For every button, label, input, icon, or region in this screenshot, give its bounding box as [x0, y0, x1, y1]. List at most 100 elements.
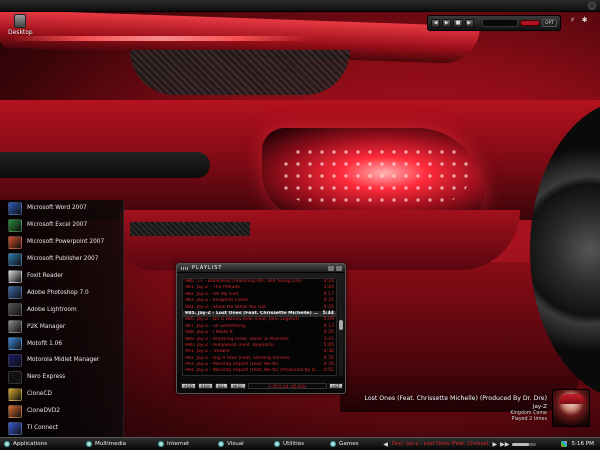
launcher-item-label: P2K Manager	[27, 323, 66, 330]
desktop-label[interactable]: Desktop	[8, 29, 33, 36]
taskbar-play-icon[interactable]: ▶	[493, 441, 498, 448]
launcher-item[interactable]: Adobe Lightroom	[0, 301, 123, 318]
taskbar-clock[interactable]: 5:16 PM	[571, 441, 594, 447]
launcher-item[interactable]: Foxit Reader	[0, 268, 123, 285]
playlist-track-row[interactable]: 994. Jay-Z - Minority Report (Feat. Ne-Y…	[183, 368, 336, 374]
desktop-shortcut-icon[interactable]	[14, 14, 26, 28]
launcher-item-label: CloneDVD2	[27, 408, 60, 415]
launcher-item-label: Motofit 1.06	[27, 340, 63, 347]
wallpaper-lower-grille	[130, 222, 250, 236]
now-playing-play-count: Played 2 times	[511, 417, 547, 422]
top-bar	[0, 0, 600, 12]
track-name: 994. Jay-Z - Minority Report (Feat. Ne-Y…	[185, 368, 320, 374]
taskbar-now-playing: ◀ Dre) Jay-z - Lost Ones (Feat. Chrisset	[382, 441, 489, 448]
taskbar-volume-slider[interactable]	[512, 442, 537, 446]
taskbar-menu-applications[interactable]: Applications	[0, 438, 82, 450]
launcher-item[interactable]: P2K Manager	[0, 318, 123, 335]
playlist-list-button[interactable]: LIST	[328, 383, 343, 389]
playlist-dots-icon	[181, 266, 189, 270]
now-playing-artist: Jay-Z	[532, 404, 547, 410]
launcher-item[interactable]: Microsoft Excel 2007	[0, 217, 123, 234]
taskbar-menu-multimedia[interactable]: Multimedia	[82, 438, 154, 450]
launcher-item-label: Foxit Reader	[27, 273, 64, 279]
powerpoint-icon	[8, 235, 22, 249]
playlist-sel-button[interactable]: SEL	[214, 383, 228, 389]
clonecd-icon	[8, 387, 22, 401]
taskbar-menu-label: Games	[339, 441, 359, 447]
taskbar: Applications Multimedia Internet Visual Util…	[0, 437, 600, 450]
playlist-track-list[interactable]: 980. T.I. - Bankhead (featuring P$C and …	[182, 278, 337, 376]
launcher-item-label: Microsoft Publisher 2007	[27, 256, 99, 263]
launcher-item[interactable]: Microsoft Word 2007	[0, 200, 123, 217]
wallpaper-brake-light	[10, 36, 310, 41]
lightning-icon[interactable]: ⚡	[568, 16, 577, 25]
launcher-item-label: Microsoft Word 2007	[27, 205, 87, 212]
launcher-item-label: Nero Express	[27, 374, 66, 381]
wallpaper-car-vent	[130, 50, 350, 95]
now-playing-info: Lost Ones (Feat. Chrissette Michelle) (P…	[307, 395, 547, 422]
orb-icon	[330, 441, 336, 447]
launcher-item[interactable]: CloneDVD2	[0, 403, 123, 420]
launcher-item[interactable]: CloneCD	[0, 386, 123, 403]
wallpaper-car-grille	[0, 152, 210, 178]
taskbar-menu-label: Internet	[167, 441, 190, 447]
photoshop-icon	[8, 286, 22, 300]
launcher-item[interactable]: Nero Express	[0, 369, 123, 386]
playlist-window-buttons	[328, 265, 342, 271]
mini-prev-button[interactable]: ◀	[431, 18, 441, 28]
launcher-item[interactable]: TI Connect	[0, 420, 123, 437]
launcher-item-label: TI Connect	[27, 425, 59, 432]
launcher-item-label: Adobe Photoshop 7.0	[27, 289, 89, 296]
mini-play-button[interactable]: ▶	[442, 18, 452, 28]
gear-icon[interactable]: ✱	[580, 16, 589, 25]
foxit-reader-icon	[8, 269, 22, 283]
playlist-window: PLAYLIST 980. T.I. - Bankhead (featuring…	[176, 263, 346, 394]
top-bar-dot-icon[interactable]	[588, 2, 596, 10]
orb-icon	[4, 441, 10, 447]
mini-volume-bar[interactable]	[520, 20, 540, 26]
playlist-scrollbar[interactable]	[339, 278, 343, 376]
taskbar-menus: Applications Multimedia Internet Visual Util…	[0, 438, 376, 450]
playlist-controls: ADD REM SEL MISC 1:35/5:44 (45.8%) LIST	[181, 382, 343, 390]
launcher-item[interactable]: Adobe Photoshop 7.0	[0, 284, 123, 301]
playlist-close-icon[interactable]	[336, 265, 342, 271]
wallpaper-taillight-leds	[280, 146, 470, 202]
taskbar-track-label: Dre)	[392, 441, 404, 447]
playlist-rem-button[interactable]: REM	[197, 383, 213, 389]
taskbar-track-text: Jay-z - Lost Ones (Feat. Chrisset	[406, 441, 489, 447]
launcher-item-label: Adobe Lightroom	[27, 306, 77, 313]
playlist-minimize-icon[interactable]	[328, 265, 334, 271]
taskbar-menu-label: Utilities	[283, 441, 305, 447]
playlist-add-button[interactable]: ADD	[181, 383, 196, 389]
launcher-item[interactable]: Microsoft Powerpoint 2007	[0, 234, 123, 251]
application-launcher: Microsoft Word 2007 Microsoft Excel 2007 M…	[0, 200, 124, 437]
mini-media-player: ◀ ▶ ■ ▶ OPT	[427, 15, 561, 31]
word-icon	[8, 201, 22, 215]
mini-opt-button[interactable]: OPT	[542, 19, 558, 27]
playlist-titlebar[interactable]: PLAYLIST	[177, 264, 345, 273]
launcher-item-label: Microsoft Powerpoint 2007	[27, 239, 105, 246]
playlist-misc-button[interactable]: MISC	[229, 383, 246, 389]
taskbar-menu-games[interactable]: Games	[326, 438, 376, 450]
taskbar-playback: ▶ ▶▶	[493, 441, 510, 448]
taskbar-menu-label: Visual	[227, 441, 244, 447]
launcher-item[interactable]: Microsoft Publisher 2007	[0, 251, 123, 268]
taskbar-menu-internet[interactable]: Internet	[154, 438, 214, 450]
taskbar-menu-label: Multimedia	[95, 441, 127, 447]
taskbar-next-icon[interactable]: ▶▶	[500, 441, 509, 448]
wallpaper-car-bumper	[120, 210, 520, 270]
taskbar-menu-label: Applications	[13, 441, 48, 447]
launcher-item[interactable]: Motorola Midlet Manager	[0, 352, 123, 369]
playlist-scroll-thumb[interactable]	[339, 320, 343, 330]
taskbar-prev-icon[interactable]: ◀	[382, 441, 389, 448]
taskbar-menu-visual[interactable]: Visual	[214, 438, 270, 450]
orb-icon	[274, 441, 280, 447]
track-duration: 4:51	[323, 368, 334, 374]
mini-player-display	[481, 19, 518, 27]
mini-stop-button[interactable]: ■	[453, 18, 463, 28]
launcher-item[interactable]: Motofit 1.06	[0, 335, 123, 352]
launcher-item-label: Motorola Midlet Manager	[27, 357, 100, 364]
windows-flag-icon[interactable]	[561, 441, 568, 447]
mini-next-button[interactable]: ▶	[464, 18, 474, 28]
taskbar-menu-utilities[interactable]: Utilities	[270, 438, 326, 450]
